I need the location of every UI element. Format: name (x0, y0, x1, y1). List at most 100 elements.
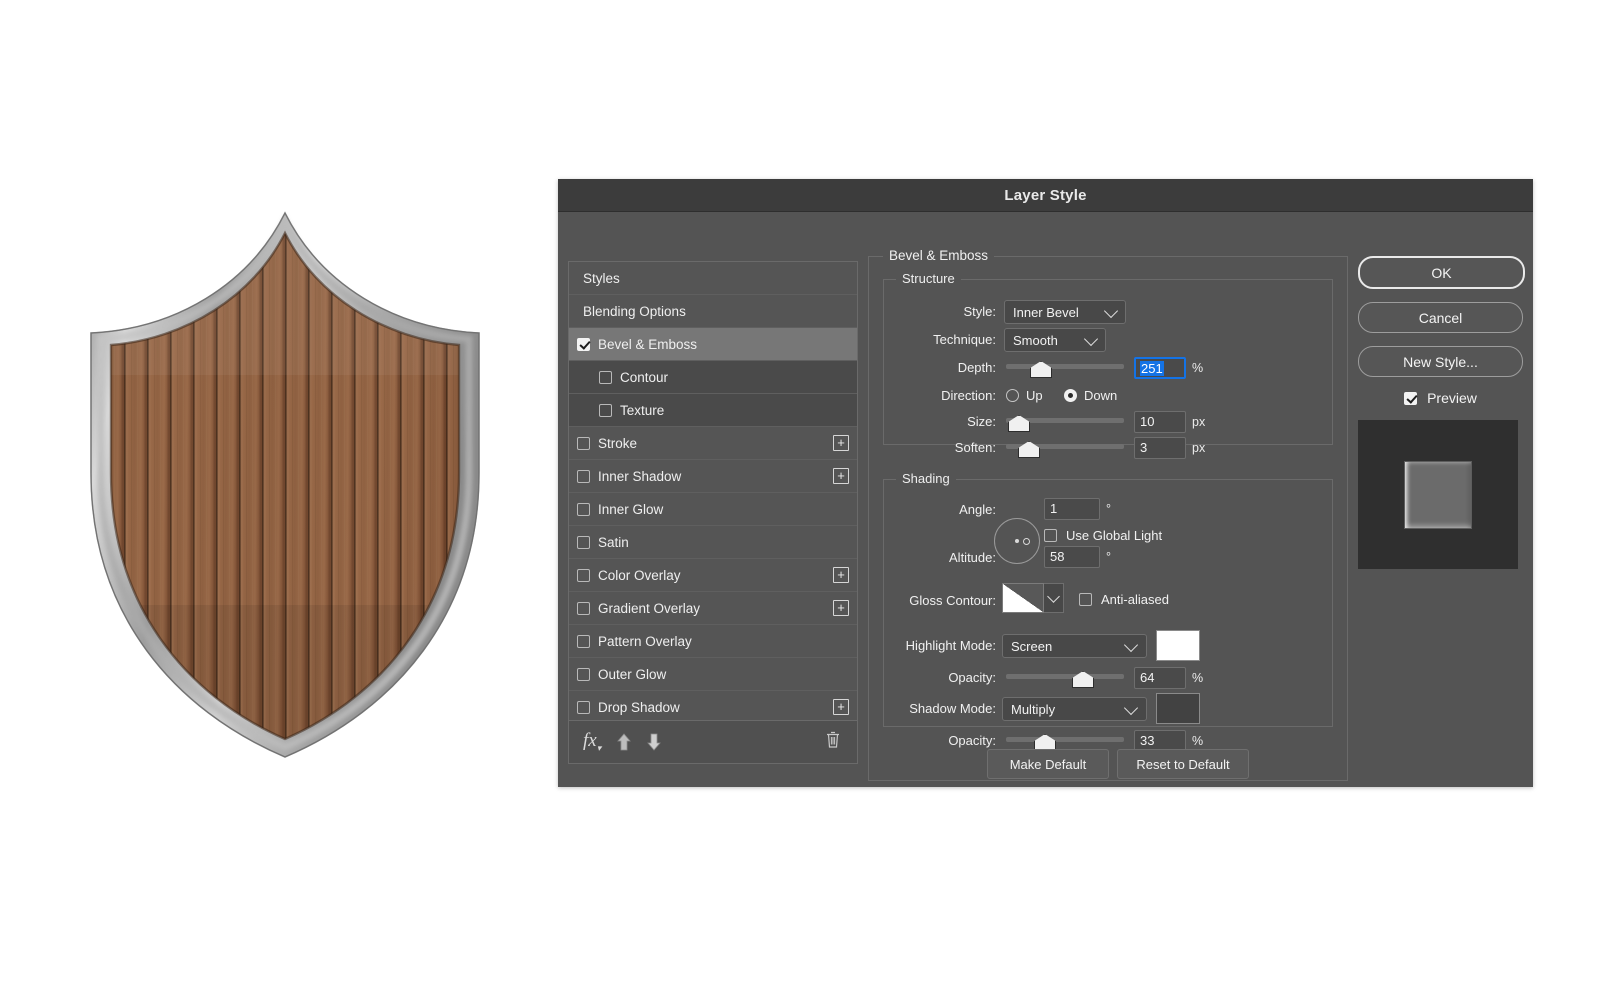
style-list-item[interactable]: Stroke + (569, 427, 857, 460)
delete-icon[interactable] (825, 731, 841, 754)
style-list-item[interactable]: Gradient Overlay + (569, 592, 857, 625)
angle-input[interactable]: 1 (1044, 498, 1100, 520)
preview-shape (1404, 460, 1472, 529)
soften-input[interactable]: 3 (1134, 437, 1186, 459)
chevron-down-icon (1123, 700, 1139, 716)
use-global-light-checkbox[interactable]: Use Global Light (1044, 528, 1162, 543)
style-list-item[interactable]: Pattern Overlay (569, 625, 857, 658)
direction-down-label: Down (1084, 388, 1118, 403)
slider-track (1006, 674, 1124, 679)
add-effect-icon[interactable]: + (833, 468, 849, 484)
direction-down-radio[interactable]: Down (1064, 388, 1117, 403)
make-default-button[interactable]: Make Default (987, 749, 1109, 779)
depth-unit: % (1192, 361, 1204, 375)
depth-input[interactable]: 251 (1134, 357, 1186, 379)
move-up-icon[interactable] (617, 733, 632, 751)
checkbox[interactable] (1404, 391, 1418, 405)
checkbox[interactable] (1044, 529, 1057, 542)
fx-icon[interactable]: fx▾ (583, 730, 601, 754)
shading-group: Shading Angle: 1 ° Use Global Light Alti… (883, 471, 1333, 752)
direction-label: Direction: (941, 388, 996, 403)
checkbox[interactable] (577, 502, 590, 516)
altitude-input[interactable]: 58 (1044, 546, 1100, 568)
soften-unit: px (1192, 441, 1206, 455)
styles-list[interactable]: Styles Blending Options Bevel & Emboss Cont… (569, 262, 857, 720)
reset-to-default-button[interactable]: Reset to Default (1117, 749, 1249, 779)
gloss-contour-thumbnail[interactable] (1002, 583, 1044, 613)
highlight-mode-select[interactable]: Screen (1002, 634, 1147, 658)
radio-down[interactable] (1064, 389, 1077, 402)
style-list-item-label: Outer Glow (598, 666, 667, 682)
checkbox[interactable] (577, 568, 590, 582)
ok-button[interactable]: OK (1358, 256, 1525, 289)
depth-slider[interactable] (1006, 358, 1124, 378)
chevron-down-icon (1047, 589, 1060, 603)
style-list-item[interactable]: Contour (569, 361, 857, 394)
technique-select[interactable]: Smooth (1004, 328, 1106, 352)
checkbox[interactable] (599, 370, 612, 384)
anti-aliased-label: Anti-aliased (1101, 592, 1169, 607)
checkbox[interactable] (577, 337, 590, 351)
style-list-item[interactable]: Blending Options (569, 295, 857, 328)
soften-label: Soften: (954, 440, 996, 455)
dialog-titlebar[interactable]: Layer Style (558, 179, 1533, 212)
technique-value: Smooth (1013, 332, 1058, 348)
highlight-color-swatch[interactable] (1156, 630, 1200, 661)
style-list-item[interactable]: Styles (569, 262, 857, 295)
style-list-item[interactable]: Satin (569, 526, 857, 559)
checkbox[interactable] (1079, 593, 1092, 606)
highlight-opacity-input[interactable]: 64 (1134, 667, 1186, 689)
size-unit: px (1192, 415, 1206, 429)
anti-aliased-checkbox[interactable]: Anti-aliased (1079, 592, 1169, 607)
new-style-button[interactable]: New Style... (1358, 346, 1523, 377)
gloss-contour-dropdown[interactable] (1044, 583, 1064, 613)
style-list-item[interactable]: Drop Shadow + (569, 691, 857, 720)
radio-up[interactable] (1006, 389, 1019, 402)
checkbox[interactable] (577, 667, 590, 681)
angle-dial[interactable] (994, 518, 1040, 564)
style-list-item[interactable]: Inner Shadow + (569, 460, 857, 493)
soften-slider[interactable] (1006, 438, 1124, 458)
checkbox[interactable] (577, 634, 590, 648)
cancel-button[interactable]: Cancel (1358, 302, 1523, 333)
slider-track (1006, 364, 1124, 369)
style-list-item[interactable]: Inner Glow (569, 493, 857, 526)
add-effect-icon[interactable]: + (833, 699, 849, 715)
shading-title: Shading (896, 471, 956, 486)
dial-center-dot (1015, 539, 1019, 543)
angle-label: Angle: (959, 502, 996, 517)
checkbox[interactable] (599, 403, 612, 417)
structure-title: Structure (896, 271, 961, 286)
checkbox[interactable] (577, 469, 590, 483)
checkbox[interactable] (577, 601, 590, 615)
checkbox[interactable] (577, 700, 590, 714)
shadow-opacity-slider[interactable] (1006, 731, 1124, 751)
size-slider[interactable] (1006, 412, 1124, 432)
styles-panel: Styles Blending Options Bevel & Emboss Cont… (568, 261, 858, 764)
chevron-down-icon (1083, 331, 1099, 347)
direction-up-radio[interactable]: Up (1006, 388, 1043, 403)
shadow-color-swatch[interactable] (1156, 693, 1200, 724)
preview-checkbox[interactable]: Preview (1358, 390, 1523, 406)
checkbox[interactable] (577, 535, 590, 549)
style-list-item[interactable]: Texture (569, 394, 857, 427)
style-list-item-label: Styles (583, 270, 620, 286)
highlight-mode-value: Screen (1011, 638, 1053, 654)
checkbox[interactable] (577, 436, 590, 450)
highlight-opacity-slider[interactable] (1006, 668, 1124, 688)
add-effect-icon[interactable]: + (833, 435, 849, 451)
size-input[interactable]: 10 (1134, 411, 1186, 433)
technique-label: Technique: (933, 332, 996, 347)
move-down-icon[interactable] (647, 733, 662, 751)
style-list-item-label: Texture (620, 402, 665, 418)
shadow-mode-select[interactable]: Multiply (1002, 697, 1147, 721)
add-effect-icon[interactable]: + (833, 600, 849, 616)
bevel-emboss-options: Bevel & Emboss Structure Style: Inner Be… (868, 248, 1348, 781)
dialog-body: Styles Blending Options Bevel & Emboss Cont… (558, 212, 1533, 788)
style-list-item[interactable]: Outer Glow (569, 658, 857, 691)
style-select[interactable]: Inner Bevel (1004, 300, 1126, 324)
style-list-item[interactable]: Bevel & Emboss (569, 328, 857, 361)
add-effect-icon[interactable]: + (833, 567, 849, 583)
dial-handle[interactable] (1023, 538, 1030, 545)
style-list-item[interactable]: Color Overlay + (569, 559, 857, 592)
